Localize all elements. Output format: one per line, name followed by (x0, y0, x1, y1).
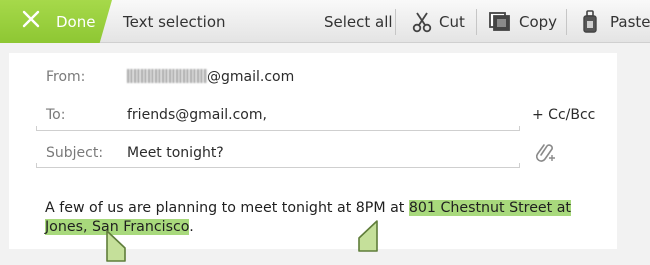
copy-icon (489, 12, 510, 31)
scissors-icon (412, 12, 432, 33)
paste-label: Paste (610, 13, 650, 31)
compose-form: From: @gmail.com To: friends@gmail.com, … (9, 53, 617, 262)
done-label: Done (56, 13, 96, 31)
redacted-username (127, 69, 207, 83)
from-value: @gmail.com (127, 69, 294, 85)
to-field[interactable]: friends@gmail.com, (127, 107, 267, 123)
subject-field-underline (36, 163, 520, 168)
cut-button[interactable]: Cut (402, 0, 472, 43)
mode-title: Text selection (123, 13, 226, 31)
body-text-before: A few of us are planning to meet tonight… (45, 200, 409, 216)
copy-button[interactable]: Copy (482, 0, 562, 43)
subject-label: Subject: (46, 145, 104, 161)
cut-label: Cut (439, 13, 465, 31)
separator (395, 9, 396, 35)
from-label: From: (46, 69, 86, 85)
from-domain: @gmail.com (207, 69, 295, 85)
to-field-underline (36, 126, 520, 131)
select-all-button[interactable]: Select all (318, 0, 393, 43)
select-all-label: Select all (324, 13, 393, 31)
close-icon (22, 10, 40, 28)
paste-icon (583, 10, 597, 33)
to-label: To: (46, 107, 66, 123)
separator (476, 9, 477, 35)
body-text-after: . (189, 219, 194, 235)
attachment-add-icon[interactable] (534, 141, 556, 163)
selection-end-handle[interactable] (105, 230, 127, 262)
subject-field[interactable]: Meet tonight? (127, 145, 224, 161)
done-button[interactable]: Done (0, 0, 112, 43)
message-body[interactable]: A few of us are planning to meet tonight… (45, 199, 605, 237)
paste-button[interactable]: Paste (572, 0, 650, 43)
copy-label: Copy (519, 13, 558, 31)
selection-start-handle[interactable] (357, 220, 379, 252)
cc-bcc-button[interactable]: + Cc/Bcc (532, 107, 595, 123)
text-selection-action-bar: Done Text selection Select all Cut Copy … (0, 0, 650, 43)
separator (566, 9, 567, 35)
